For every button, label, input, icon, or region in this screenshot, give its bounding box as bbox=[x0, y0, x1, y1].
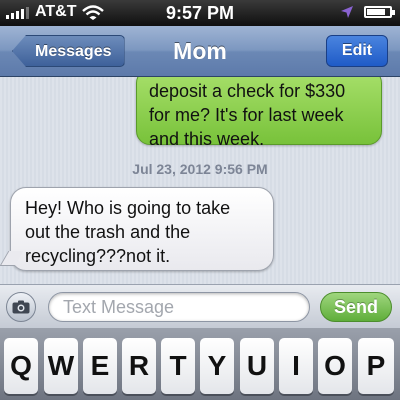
key-u[interactable]: U bbox=[240, 338, 274, 394]
key-t[interactable]: T bbox=[161, 338, 195, 394]
key-p[interactable]: P bbox=[358, 338, 394, 394]
edit-button[interactable]: Edit bbox=[326, 35, 388, 67]
status-bar: AT&T 9:57 PM bbox=[0, 0, 400, 26]
battery-icon bbox=[364, 6, 395, 18]
navigation-bar: Mom Messages Edit bbox=[0, 26, 400, 77]
key-q[interactable]: Q bbox=[4, 338, 38, 394]
send-button[interactable]: Send bbox=[320, 292, 392, 322]
sent-message-text: deposit a check for $330 for me? It's fo… bbox=[149, 81, 346, 149]
conversation-thread[interactable]: deposit a check for $330 for me? It's fo… bbox=[0, 77, 400, 284]
sent-message-bubble: deposit a check for $330 for me? It's fo… bbox=[136, 77, 382, 149]
received-message-text: Hey! Who is going to take out the trash … bbox=[25, 198, 231, 266]
key-e[interactable]: E bbox=[83, 338, 117, 394]
key-w[interactable]: W bbox=[44, 338, 78, 394]
received-message-bubble: Hey! Who is going to take out the trash … bbox=[10, 187, 274, 271]
key-o[interactable]: O bbox=[318, 338, 352, 394]
camera-icon bbox=[12, 300, 30, 314]
camera-button[interactable] bbox=[6, 292, 36, 322]
keyboard: Q W E R T Y U I O P bbox=[0, 328, 400, 400]
message-input-bar: Send bbox=[0, 284, 400, 329]
key-y[interactable]: Y bbox=[200, 338, 234, 394]
text-message-input[interactable] bbox=[48, 292, 310, 322]
key-r[interactable]: R bbox=[122, 338, 156, 394]
message-timestamp: Jul 23, 2012 9:56 PM bbox=[132, 161, 268, 177]
status-right bbox=[340, 5, 395, 19]
location-icon bbox=[341, 6, 353, 18]
key-i[interactable]: I bbox=[279, 338, 313, 394]
back-to-messages-button[interactable]: Messages bbox=[12, 35, 125, 67]
